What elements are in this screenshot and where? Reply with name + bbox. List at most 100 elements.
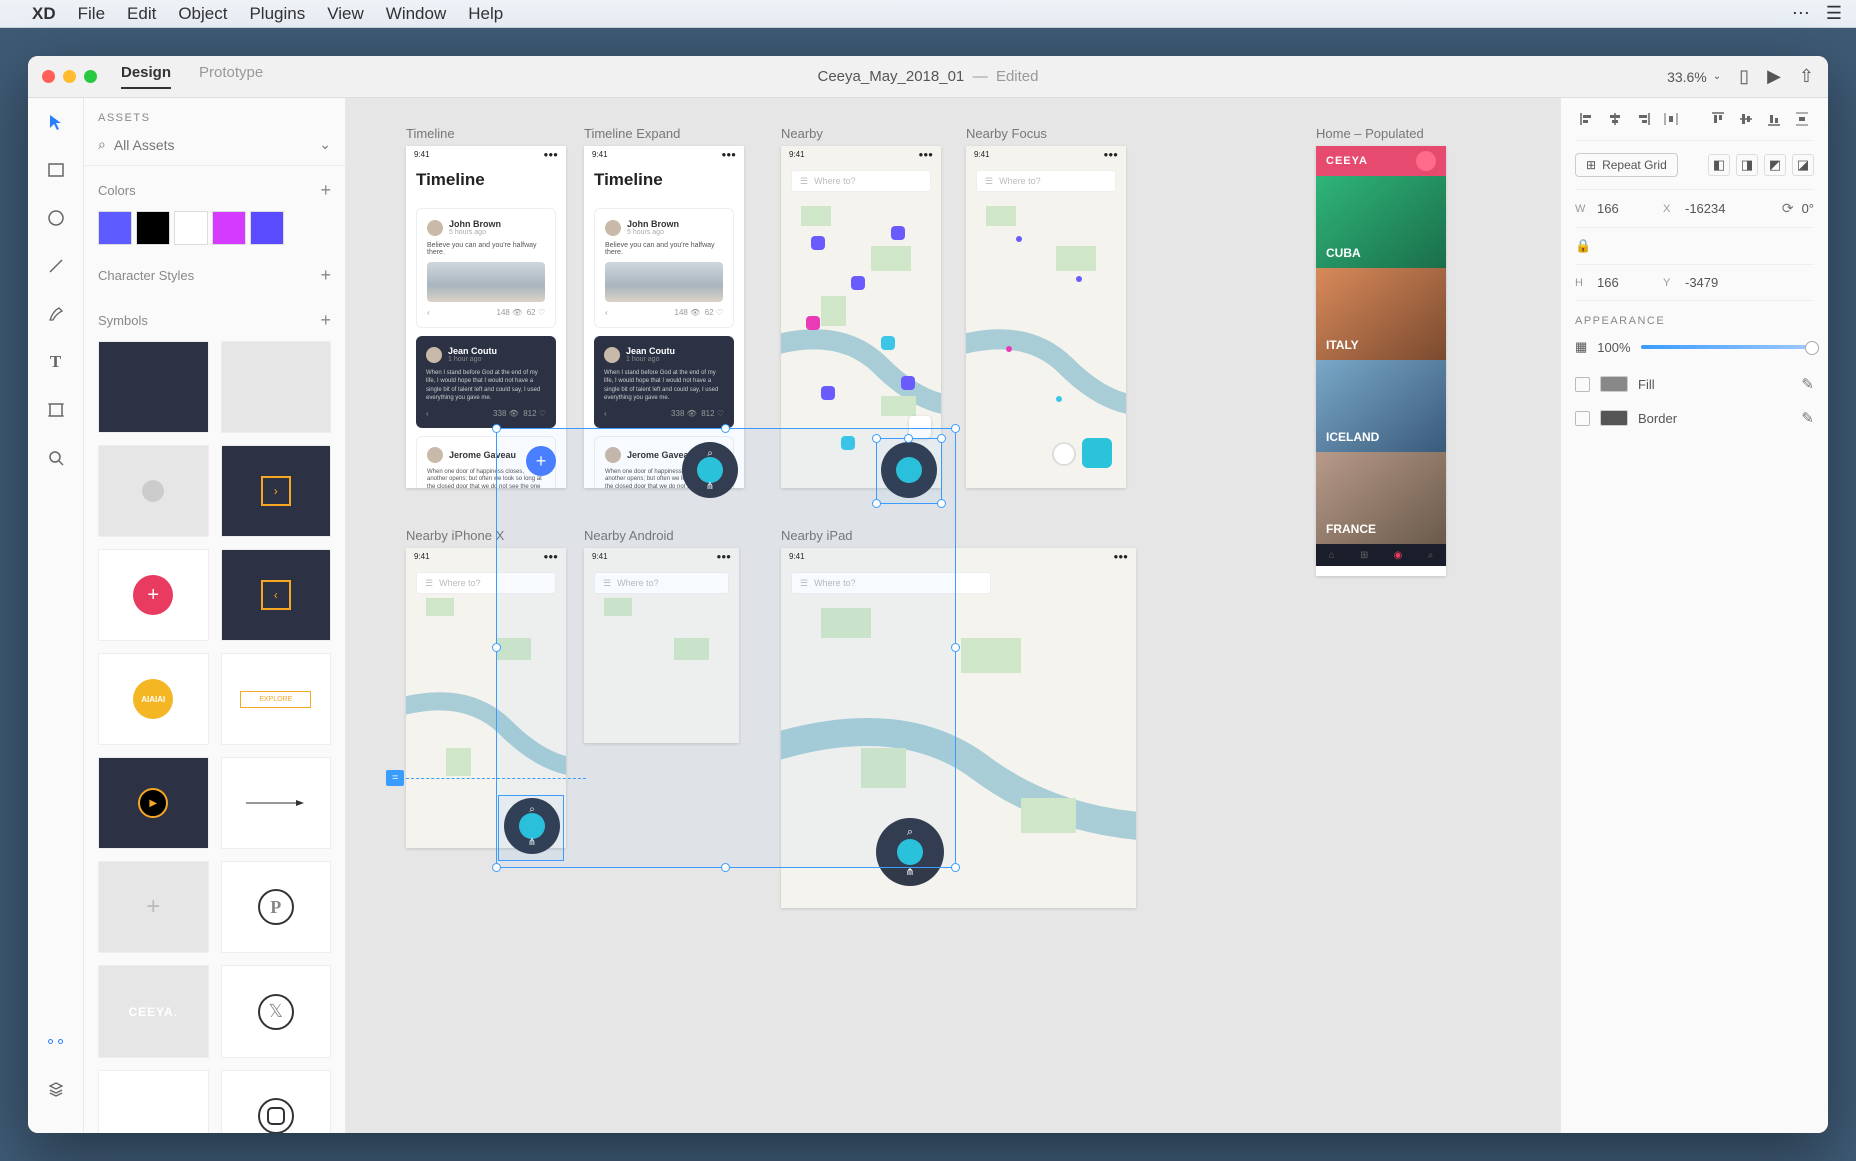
resize-handle[interactable]	[872, 434, 881, 443]
tab-design[interactable]: Design	[121, 64, 171, 89]
text-tool[interactable]: T	[42, 348, 70, 376]
resize-handle[interactable]	[721, 424, 730, 433]
symbol-item[interactable]	[221, 1070, 332, 1133]
play-preview-icon[interactable]: ▶	[1767, 66, 1781, 87]
zoom-button[interactable]	[84, 70, 97, 83]
symbol-item[interactable]: P	[221, 861, 332, 953]
y-field[interactable]: -3479	[1685, 275, 1743, 290]
menu-window[interactable]: Window	[386, 4, 446, 24]
artboard-label[interactable]: Nearby iPhone X	[406, 528, 504, 543]
symbol-item[interactable]	[98, 341, 209, 433]
opacity-value[interactable]: 100%	[1597, 340, 1630, 355]
symbol-item[interactable]: +	[98, 549, 209, 641]
tray-list-icon[interactable]: ☰	[1826, 3, 1842, 24]
resize-handle[interactable]	[937, 499, 946, 508]
swatch-1[interactable]	[98, 211, 132, 245]
symbol-item[interactable]: ‹	[221, 549, 332, 641]
menu-plugins[interactable]: Plugins	[249, 4, 305, 24]
swatch-5[interactable]	[250, 211, 284, 245]
canvas[interactable]: Timeline Timeline Expand Nearby Nearby F…	[346, 98, 1560, 1133]
pen-tool[interactable]	[42, 300, 70, 328]
resize-handle[interactable]	[492, 643, 501, 652]
x-field[interactable]: -16234	[1685, 201, 1743, 216]
intersect-icon[interactable]: ◩	[1764, 154, 1786, 176]
menu-object[interactable]: Object	[178, 4, 227, 24]
symbol-item[interactable]	[221, 341, 332, 433]
swatch-3[interactable]	[174, 211, 208, 245]
fill-swatch[interactable]	[1600, 376, 1628, 392]
artboard-label[interactable]: Nearby	[781, 126, 823, 141]
artboard-tool[interactable]	[42, 396, 70, 424]
select-tool[interactable]	[42, 108, 70, 136]
width-field[interactable]: 166	[1597, 201, 1655, 216]
rectangle-tool[interactable]	[42, 156, 70, 184]
resize-handle[interactable]	[904, 434, 913, 443]
zoom-dropdown[interactable]: 33.6% ⌄	[1667, 69, 1721, 85]
symbol-item[interactable]	[98, 1070, 209, 1133]
resize-handle[interactable]	[492, 863, 501, 872]
menu-help[interactable]: Help	[468, 4, 503, 24]
eyedropper-icon[interactable]: ✎	[1801, 409, 1814, 427]
align-middle-icon[interactable]	[1734, 108, 1758, 130]
add-color-button[interactable]: +	[320, 180, 331, 201]
selection-box-inner[interactable]	[876, 438, 942, 504]
tab-prototype[interactable]: Prototype	[199, 64, 263, 89]
artboard-label[interactable]: Timeline	[406, 126, 455, 141]
align-left-icon[interactable]	[1575, 108, 1599, 130]
symbol-item[interactable]	[221, 757, 332, 849]
artboard-label[interactable]: Home – Populated	[1316, 126, 1424, 141]
height-field[interactable]: 166	[1597, 275, 1655, 290]
align-bottom-icon[interactable]	[1762, 108, 1786, 130]
artboard-home-populated[interactable]: CEEYA CUBA ITALY ICELAND FRANCE ⌂⊞◉⌕	[1316, 146, 1446, 576]
layers-panel-icon[interactable]	[42, 1075, 70, 1103]
app-menu[interactable]: XD	[32, 4, 56, 24]
menu-view[interactable]: View	[327, 4, 364, 24]
eyedropper-icon[interactable]: ✎	[1801, 375, 1814, 393]
repeat-grid-button[interactable]: ⊞Repeat Grid	[1575, 153, 1678, 177]
fill-checkbox[interactable]	[1575, 377, 1590, 392]
opacity-slider[interactable]	[1641, 345, 1814, 349]
subtract-icon[interactable]: ◨	[1736, 154, 1758, 176]
zoom-tool[interactable]	[42, 444, 70, 472]
symbol-item[interactable]	[98, 445, 209, 537]
resize-handle[interactable]	[937, 434, 946, 443]
distribute-h-icon[interactable]	[1659, 108, 1683, 130]
align-right-icon[interactable]	[1631, 108, 1655, 130]
align-top-icon[interactable]	[1706, 108, 1730, 130]
menu-edit[interactable]: Edit	[127, 4, 156, 24]
symbol-item[interactable]: ›	[221, 445, 332, 537]
resize-handle[interactable]	[951, 643, 960, 652]
union-icon[interactable]: ◧	[1708, 154, 1730, 176]
add-charstyle-button[interactable]: +	[320, 265, 331, 286]
align-center-h-icon[interactable]	[1603, 108, 1627, 130]
menu-file[interactable]: File	[78, 4, 105, 24]
border-checkbox[interactable]	[1575, 411, 1590, 426]
symbol-item[interactable]: AIAIAI	[98, 653, 209, 745]
symbol-item[interactable]: EXPLORE	[221, 653, 332, 745]
selection-box-inner2[interactable]	[498, 795, 564, 861]
ellipse-tool[interactable]	[42, 204, 70, 232]
resize-handle[interactable]	[492, 424, 501, 433]
symbol-item[interactable]: ▶	[98, 757, 209, 849]
swatch-4[interactable]	[212, 211, 246, 245]
resize-handle[interactable]	[951, 424, 960, 433]
line-tool[interactable]	[42, 252, 70, 280]
resize-handle[interactable]	[721, 863, 730, 872]
assets-panel-icon[interactable]: ∘∘	[42, 1027, 70, 1055]
share-icon[interactable]: ⇧	[1799, 66, 1814, 87]
artboard-nearby-focus[interactable]: 9:41●●● ☰Where to?	[966, 146, 1126, 488]
assets-filter[interactable]: ⌕ All Assets ⌄	[84, 130, 345, 166]
artboard-label[interactable]: Timeline Expand	[584, 126, 680, 141]
artboard-label[interactable]: Nearby Focus	[966, 126, 1047, 141]
tray-more-icon[interactable]: ⋯	[1792, 3, 1810, 24]
resize-handle[interactable]	[951, 863, 960, 872]
resize-handle[interactable]	[872, 499, 881, 508]
exclude-icon[interactable]: ◪	[1792, 154, 1814, 176]
distribute-v-icon[interactable]	[1790, 108, 1814, 130]
add-symbol-button[interactable]: +	[320, 310, 331, 331]
rotate-reset-icon[interactable]: ⟳	[1782, 200, 1794, 217]
symbol-item[interactable]: CEEYA.	[98, 965, 209, 1057]
device-preview-icon[interactable]: ▯	[1739, 66, 1749, 87]
symbol-item[interactable]: 𝕏	[221, 965, 332, 1057]
border-swatch[interactable]	[1600, 410, 1628, 426]
